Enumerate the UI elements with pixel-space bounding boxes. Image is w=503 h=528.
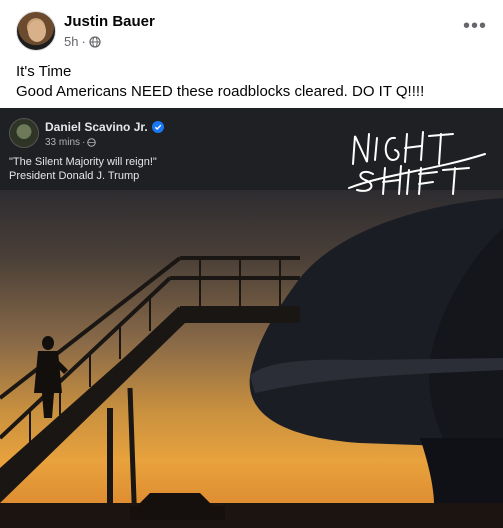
post-text: It's Time Good Americans NEED these road… bbox=[16, 62, 487, 102]
shared-author-row: Daniel Scavino Jr. bbox=[45, 120, 164, 134]
shared-post-time: 33 mins bbox=[45, 137, 81, 148]
shared-quote: "The Silent Majority will reign!" Presid… bbox=[9, 155, 157, 183]
quote-attribution: President Donald J. Trump bbox=[9, 170, 140, 182]
post-image[interactable]: Daniel Scavino Jr. 33 mins · "The Silent… bbox=[0, 108, 503, 528]
quote-text: "The Silent Majority will reign!" bbox=[9, 156, 157, 168]
post-header: Justin Bauer 5h · ••• bbox=[16, 11, 487, 53]
verified-badge-icon bbox=[151, 121, 164, 133]
post-text-line: Good Americans NEED these roadblocks cle… bbox=[16, 83, 425, 100]
post-time[interactable]: 5h bbox=[64, 34, 78, 49]
shared-author-avatar bbox=[9, 118, 39, 148]
facebook-post: Justin Bauer 5h · ••• It's Time Good Ame… bbox=[0, 0, 503, 528]
post-text-line: It's Time bbox=[16, 63, 72, 80]
post-meta: 5h · bbox=[64, 34, 101, 49]
shared-post-meta: 33 mins · bbox=[45, 137, 97, 148]
shared-meta-separator: · bbox=[82, 137, 86, 148]
author-name[interactable]: Justin Bauer bbox=[64, 13, 155, 30]
night-shift-signature-logo bbox=[348, 131, 486, 195]
more-options-icon[interactable]: ••• bbox=[463, 16, 487, 41]
author-avatar[interactable] bbox=[16, 11, 56, 51]
meta-separator: · bbox=[81, 34, 86, 49]
globe-icon bbox=[89, 35, 101, 48]
globe-icon bbox=[87, 138, 97, 147]
shared-author-name: Daniel Scavino Jr. bbox=[45, 120, 148, 134]
